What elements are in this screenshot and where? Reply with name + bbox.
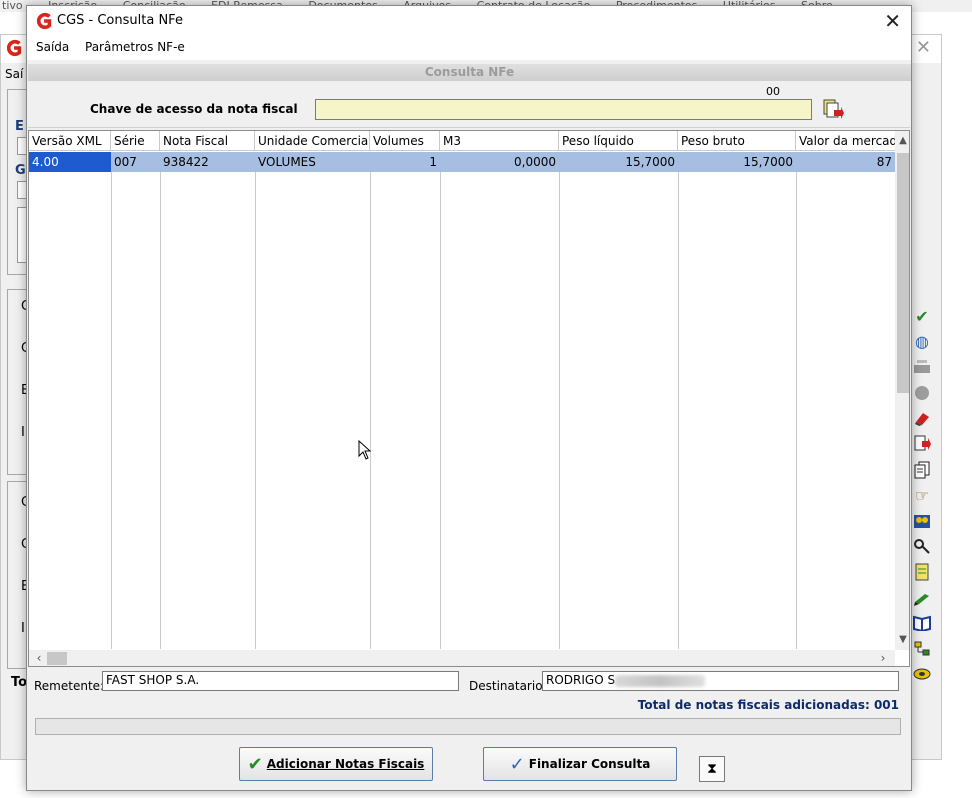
cell-peso-liquido[interactable]: 15,7000	[559, 152, 678, 172]
vertical-scrollbar[interactable]: ▲ ▼	[895, 131, 909, 650]
bg-label: I	[21, 621, 25, 636]
cell-unidade-comercial[interactable]: VOLUMES	[255, 152, 370, 172]
users-icon[interactable]	[912, 511, 932, 531]
bg-label: I	[21, 425, 25, 440]
key-icon[interactable]	[912, 536, 932, 556]
access-key-label: Chave de acesso da nota fiscal	[90, 102, 298, 116]
column-header-peso-bruto[interactable]: Peso bruto	[678, 131, 796, 151]
grid-line	[255, 172, 256, 649]
scroll-left-icon[interactable]: ‹	[31, 650, 47, 666]
remetente-label: Remetente:	[34, 679, 105, 693]
access-key-input[interactable]	[315, 99, 812, 120]
adicionar-notas-label: Adicionar Notas Fiscais	[266, 757, 425, 771]
menu-saida[interactable]: Saída	[36, 40, 69, 54]
book-icon[interactable]	[912, 613, 932, 633]
destinatario-label: Destinatario:	[469, 679, 547, 693]
column-header-unidade-comercial[interactable]: Unidade Comercial	[255, 131, 370, 151]
copy-icon[interactable]	[912, 460, 932, 480]
finalizar-consulta-label: Finalizar Consulta	[528, 757, 651, 771]
vertical-scroll-thumb[interactable]	[897, 153, 909, 393]
cgs-logo-icon	[6, 39, 22, 57]
report-icon[interactable]	[912, 562, 932, 582]
consulta-nfe-dialog: CGS - Consulta NFe ✕ Saída Parâmetros NF…	[26, 5, 912, 791]
background-menu-saida[interactable]: Saí	[5, 67, 23, 81]
check-icon: ✓	[509, 753, 525, 775]
import-xml-icon[interactable]	[822, 98, 844, 120]
grid-line	[678, 172, 679, 649]
grid-line	[440, 172, 441, 649]
hand-pointer-icon[interactable]: ☞	[912, 485, 932, 505]
destinatario-field: RODRIGO S	[542, 671, 899, 691]
pen-icon[interactable]	[912, 588, 932, 608]
cell-serie[interactable]: 007	[111, 152, 160, 172]
nfe-grid[interactable]: Versão XML Série Nota Fiscal Unidade Com…	[28, 130, 910, 667]
grid-line	[160, 172, 161, 649]
horizontal-scroll-thumb[interactable]	[47, 652, 67, 665]
grid-line	[559, 172, 560, 649]
access-key-panel: Chave de acesso da nota fiscal 00	[28, 83, 910, 128]
bg-menu-item[interactable]: tivo	[2, 0, 23, 12]
finalizar-consulta-button[interactable]: ✓ Finalizar Consulta	[483, 747, 677, 781]
menu-parametros-nfe[interactable]: Parâmetros NF-e	[85, 40, 185, 54]
gear-icon[interactable]	[912, 664, 932, 684]
tree-icon[interactable]	[912, 639, 932, 659]
grid-line	[796, 172, 797, 649]
cell-valor-mercadoria[interactable]: 87	[796, 152, 895, 172]
bg-label: G	[15, 163, 26, 178]
hourglass-icon[interactable]: ⧗	[699, 756, 725, 782]
destinatario-value: RODRIGO S	[546, 673, 616, 687]
check-icon: ✔	[247, 753, 263, 775]
column-header-serie[interactable]: Série	[111, 131, 160, 151]
grid-header: Versão XML Série Nota Fiscal Unidade Com…	[29, 131, 895, 151]
cell-peso-bruto[interactable]: 15,7000	[678, 152, 796, 172]
check-icon[interactable]: ✔	[912, 306, 932, 326]
bg-label: E	[15, 119, 24, 134]
scroll-right-icon[interactable]: ›	[875, 650, 891, 666]
progress-bar	[35, 718, 901, 735]
column-header-nota-fiscal[interactable]: Nota Fiscal	[160, 131, 255, 151]
window-title: CGS - Consulta NFe	[57, 13, 183, 28]
scroll-down-icon[interactable]: ▼	[895, 632, 909, 648]
adicionar-notas-button[interactable]: ✔ Adicionar Notas Fiscais	[239, 747, 433, 781]
remetente-field: FAST SHOP S.A.	[102, 671, 459, 691]
close-icon[interactable]: ✕	[916, 37, 931, 58]
close-icon[interactable]: ✕	[884, 9, 901, 33]
dialog-titlebar: CGS - Consulta NFe ✕	[27, 6, 911, 36]
cell-versao-xml[interactable]: 4.00	[29, 152, 111, 172]
cgs-logo-icon	[36, 12, 52, 30]
globe-icon[interactable]: ◍	[912, 332, 932, 352]
export-icon[interactable]	[912, 434, 932, 454]
horizontal-scrollbar[interactable]: ‹ ›	[29, 650, 895, 666]
mouse-cursor-icon	[358, 440, 372, 460]
cell-m3[interactable]: 0,0000	[440, 152, 559, 172]
section-header: Consulta NFe	[28, 64, 911, 81]
grid-line	[370, 172, 371, 649]
redacted-text	[615, 674, 706, 687]
column-header-versao-xml[interactable]: Versão XML	[29, 131, 111, 151]
grid-line	[111, 172, 112, 649]
background-toolbar: ✔ ◍ ☞	[912, 306, 936, 690]
circle-icon[interactable]	[912, 383, 932, 403]
table-row[interactable]: 4.00 007 938422 VOLUMES 1 0,0000 15,7000…	[29, 152, 895, 172]
scroll-up-icon[interactable]: ▲	[895, 133, 909, 149]
column-header-valor-mercadoria[interactable]: Valor da mercadoria	[796, 131, 895, 151]
dialog-menubar: Saída Parâmetros NF-e	[27, 36, 911, 60]
cell-volumes[interactable]: 1	[370, 152, 440, 172]
eraser-icon[interactable]	[912, 408, 932, 428]
column-header-m3[interactable]: M3	[440, 131, 559, 151]
access-key-counter: 00	[766, 85, 780, 98]
bg-total-label: To	[11, 675, 28, 690]
total-notas-label: Total de notas fiscais adicionadas: 001	[637, 698, 899, 712]
cert-icon[interactable]	[912, 357, 932, 377]
column-header-peso-liquido[interactable]: Peso líquido	[559, 131, 678, 151]
cell-nota-fiscal[interactable]: 938422	[160, 152, 255, 172]
column-header-volumes[interactable]: Volumes	[370, 131, 440, 151]
